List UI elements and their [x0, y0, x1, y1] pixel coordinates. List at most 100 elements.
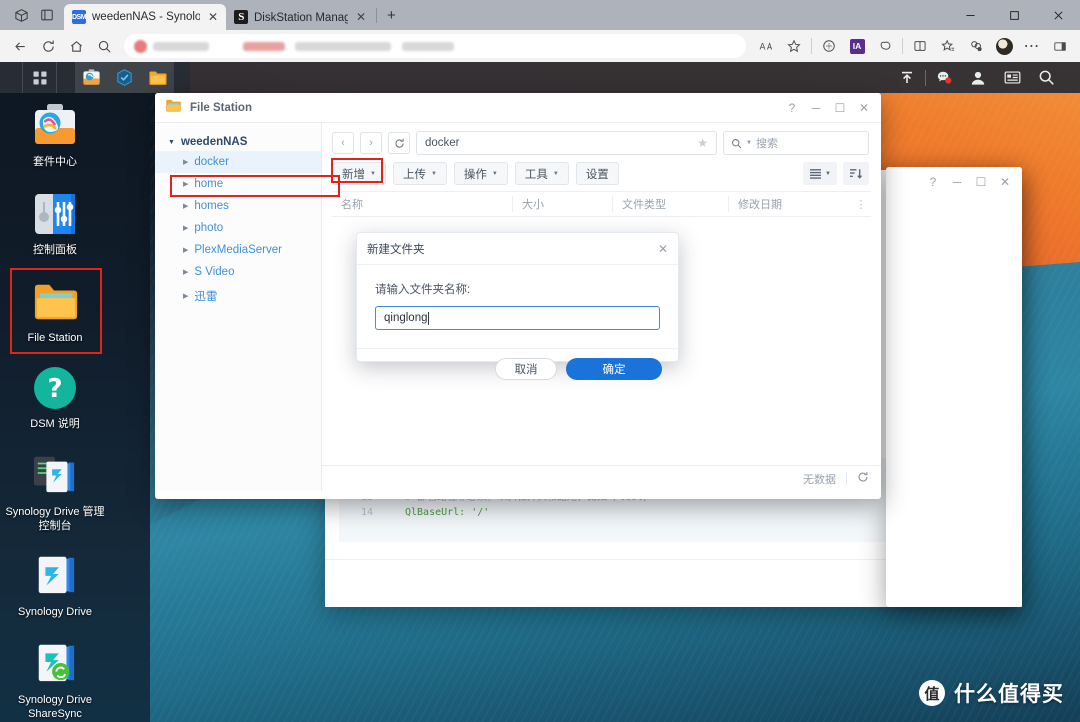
chevron-right-icon: ▶	[183, 225, 189, 232]
path-input[interactable]: docker ★	[416, 131, 717, 155]
browser-tab-0-close-icon[interactable]: ✕	[206, 10, 220, 24]
actions-button[interactable]: 操作 ▼	[453, 162, 508, 185]
copilot-icon[interactable]	[871, 33, 899, 59]
upload-button[interactable]: 上传 ▼	[392, 162, 447, 185]
file-station-close-button[interactable]: ✕	[853, 97, 875, 119]
desktop-icon-synology-drive-admin[interactable]: Synology Drive 管理控制台	[3, 452, 107, 533]
view-options: ▼	[803, 162, 869, 185]
split-screen-icon[interactable]	[906, 33, 934, 59]
collections-icon[interactable]	[962, 33, 990, 59]
read-aloud-icon[interactable]: A	[752, 33, 780, 59]
file-search-input[interactable]: ▼ 搜索	[723, 131, 869, 155]
desktop-icon-label: File Station	[27, 332, 83, 344]
column-header-name[interactable]: 名称	[332, 196, 512, 212]
desktop-icon-synology-drive[interactable]: Synology Drive	[3, 552, 107, 619]
settings-more-icon[interactable]: ⋯	[1018, 33, 1046, 59]
file-station-minimize-button[interactable]: ─	[805, 97, 827, 119]
nav-forward-button[interactable]: ›	[360, 132, 382, 154]
file-station-window-controls: ? ─ ☐ ✕	[781, 97, 875, 119]
svg-text:A: A	[759, 43, 765, 53]
tab-search-icon[interactable]	[34, 2, 60, 28]
sort-button[interactable]	[843, 162, 869, 185]
back-icon[interactable]	[6, 33, 34, 59]
bg-window-maximize-button[interactable]: ☐	[970, 171, 992, 193]
tree-node-photo[interactable]: ▶ photo	[155, 217, 321, 239]
tree-node-xunlei[interactable]: ▶ 迅雷	[155, 283, 321, 309]
desktop-icon-dsm-help[interactable]: ? DSM 说明	[3, 364, 107, 431]
profile-avatar-icon[interactable]	[990, 33, 1018, 59]
browser-tab-0[interactable]: DSM weedenNAS - Synology NAS ✕	[64, 4, 226, 30]
widgets-icon[interactable]	[996, 62, 1028, 93]
file-station-titlebar[interactable]: File Station ? ─ ☐ ✕	[155, 93, 881, 123]
notifications-icon[interactable]	[928, 62, 960, 93]
tree-node-docker[interactable]: ▶ docker	[155, 151, 321, 173]
nav-back-button[interactable]: ‹	[332, 132, 354, 154]
add-favorite-star-icon[interactable]	[780, 33, 808, 59]
column-header-date[interactable]: 修改日期	[728, 196, 851, 212]
taskbar-divider-1	[56, 62, 57, 93]
column-options-icon[interactable]: ⋮	[851, 198, 871, 211]
taskbar-package-center-icon[interactable]	[75, 62, 108, 93]
nav-refresh-button[interactable]	[388, 132, 410, 154]
address-bar[interactable]	[124, 34, 746, 58]
tree-node-label: 迅雷	[194, 291, 218, 303]
column-header-size[interactable]: 大小	[512, 196, 612, 212]
sidebar-toggle-icon[interactable]	[1046, 33, 1074, 59]
desktop-icon-synology-drive-sharesync[interactable]: Synology Drive ShareSync	[3, 640, 107, 721]
favorite-star-icon[interactable]: ★	[697, 136, 708, 150]
taskbar-security-advisor-icon[interactable]	[108, 62, 141, 93]
new-folder-dialog-header: 新建文件夹 ✕	[357, 233, 678, 265]
svg-text:?: ?	[47, 374, 62, 404]
window-minimize-button[interactable]	[948, 0, 992, 30]
bg-window-help-button[interactable]: ?	[922, 171, 944, 193]
new-tab-button[interactable]: +	[379, 7, 404, 24]
column-header-type[interactable]: 文件类型	[612, 196, 728, 212]
desktop-icon-control-panel[interactable]: 控制面板	[3, 190, 107, 257]
watermark-logo: 值	[919, 680, 945, 706]
home-icon[interactable]	[62, 33, 90, 59]
main-menu-icon[interactable]	[23, 62, 56, 93]
address-redacted-segment-3	[295, 41, 391, 51]
folder-name-input[interactable]: qinglong	[375, 306, 660, 330]
confirm-button[interactable]: 确定	[566, 358, 662, 380]
close-icon[interactable]: ✕	[658, 242, 668, 256]
tree-node-homes[interactable]: ▶ homes	[155, 195, 321, 217]
dsm-taskbar-left	[22, 62, 174, 93]
immersive-reader-icon[interactable]: IA	[843, 33, 871, 59]
search-icon[interactable]	[90, 33, 118, 59]
view-mode-button[interactable]: ▼	[803, 162, 837, 185]
bg-window-close-button[interactable]: ✕	[994, 171, 1016, 193]
taskbar-open-apps	[75, 62, 174, 93]
settings-button[interactable]: 设置	[575, 162, 619, 185]
upload-queue-icon[interactable]	[891, 62, 923, 93]
favorites-icon[interactable]	[934, 33, 962, 59]
tree-node-home[interactable]: ▶ home	[155, 173, 321, 195]
user-account-icon[interactable]	[962, 62, 994, 93]
tools-button[interactable]: 工具 ▼	[514, 162, 569, 185]
tree-node-s-video[interactable]: ▶ S Video	[155, 261, 321, 283]
bg-window-minimize-button[interactable]: ─	[946, 171, 968, 193]
refresh-icon[interactable]	[34, 33, 62, 59]
taskbar-search-icon[interactable]	[1030, 62, 1062, 93]
desktop-icon-label: 控制面板	[33, 244, 77, 256]
file-station-help-button[interactable]: ?	[781, 97, 803, 119]
desktop-icon-file-station[interactable]: File Station	[3, 278, 107, 345]
status-refresh-icon[interactable]	[857, 471, 869, 486]
window-maximize-button[interactable]	[992, 0, 1036, 30]
file-station-maximize-button[interactable]: ☐	[829, 97, 851, 119]
tree-node-plexmediaserver[interactable]: ▶ PlexMediaServer	[155, 239, 321, 261]
browser-tab-1-close-icon[interactable]: ✕	[354, 10, 368, 24]
cancel-button[interactable]: 取消	[495, 358, 557, 380]
browser-tab-1[interactable]: S DiskStation Manager 7.2 | 群晖科 ✕	[226, 4, 374, 30]
tab-actions-icon[interactable]	[8, 2, 34, 28]
toolbar-separator-2	[902, 38, 903, 54]
browser-essentials-icon[interactable]	[815, 33, 843, 59]
create-button[interactable]: 新增 ▼	[332, 162, 386, 185]
window-close-button[interactable]	[1036, 0, 1080, 30]
tree-root-weedennas[interactable]: ▼ weedenNAS	[155, 133, 321, 151]
tree-node-label: home	[194, 178, 224, 190]
site-info-icon[interactable]	[134, 39, 147, 53]
desktop-icon-package-center[interactable]: 套件中心	[3, 102, 107, 169]
taskbar-file-station-icon[interactable]	[141, 62, 174, 93]
screen-root: DSM weedenNAS - Synology NAS ✕ S DiskSta…	[0, 0, 1080, 722]
